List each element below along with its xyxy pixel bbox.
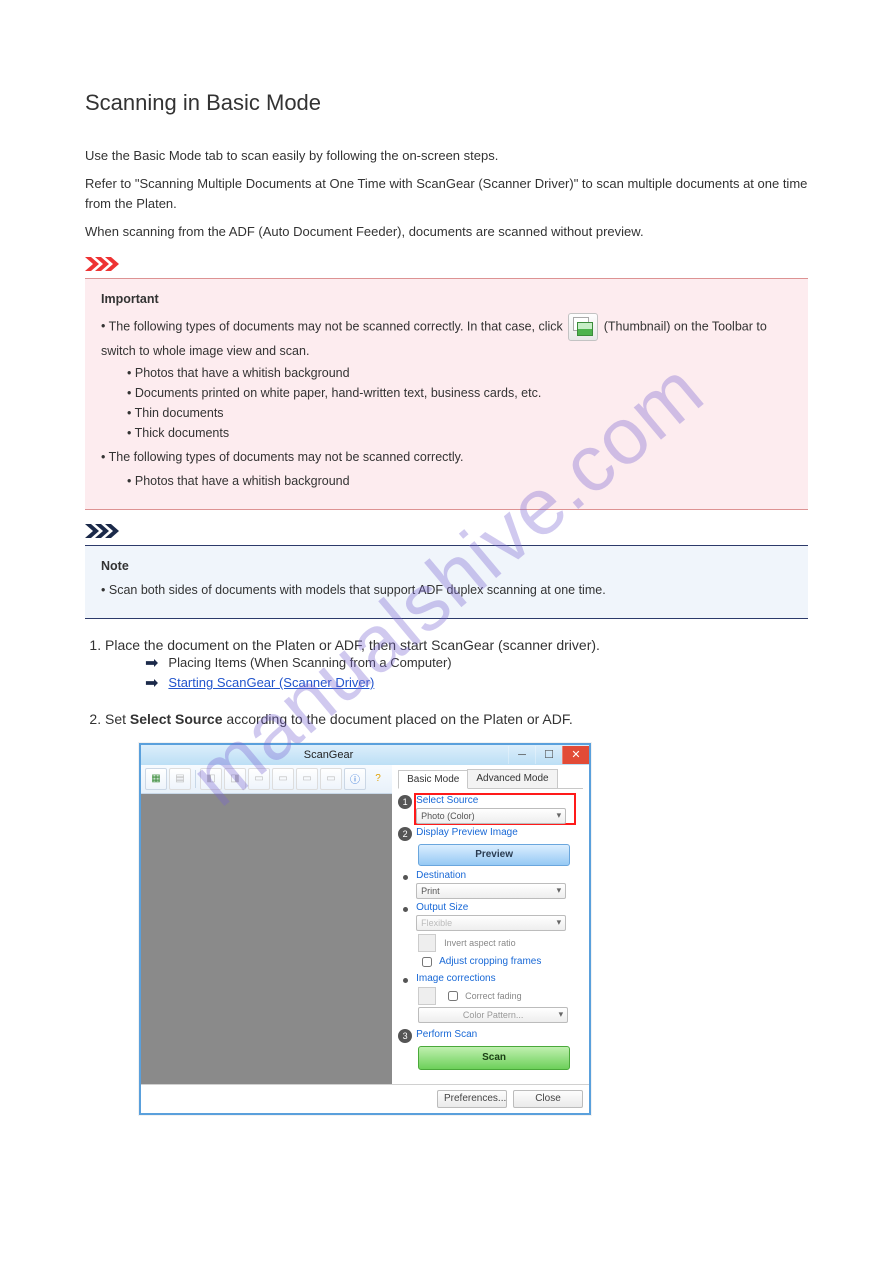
tab-advanced-mode[interactable]: Advanced Mode xyxy=(467,769,557,788)
adjust-cropping-row: Adjust cropping frames xyxy=(418,954,583,970)
step-1-link-1-row: ➡ Placing Items (When Scanning from a Co… xyxy=(145,653,808,673)
step-bubble-2: 2 xyxy=(398,827,412,841)
adjust-cropping-label[interactable]: Adjust cropping frames xyxy=(439,956,541,967)
scangear-left-pane: ▦ ▤ ◧ ◨ ▭ ▭ ▭ ▭ ⓘ ? xyxy=(141,765,392,1084)
label-destination: Destination xyxy=(416,870,566,881)
toolbar-btn-4[interactable]: ◨ xyxy=(224,768,246,790)
note-box: Note Scan both sides of documents with m… xyxy=(85,545,808,619)
toolbar-btn-6[interactable]: ▭ xyxy=(272,768,294,790)
step-1-link-1: Placing Items (When Scanning from a Comp… xyxy=(168,655,451,670)
help-icon[interactable]: ? xyxy=(368,769,388,789)
important-bullet-2: The following types of documents may not… xyxy=(101,447,792,467)
important-sub-b1: Photos that have a whitish background xyxy=(127,471,792,491)
steps-list: Place the document on the Platen or ADF,… xyxy=(105,637,808,1115)
preview-button[interactable]: Preview xyxy=(418,844,570,866)
intro-para-2: Refer to "Scanning Multiple Documents at… xyxy=(85,174,808,214)
invert-aspect-label: Invert aspect ratio xyxy=(444,938,516,948)
toolbar-btn-8[interactable]: ▭ xyxy=(320,768,342,790)
invert-aspect-row: Invert aspect ratio xyxy=(418,934,583,952)
correct-fading-label: Correct fading xyxy=(465,991,522,1001)
important-chevrons-icon xyxy=(85,257,808,274)
toolbar-btn-5[interactable]: ▭ xyxy=(248,768,270,790)
label-display-preview: Display Preview Image xyxy=(416,827,518,838)
label-image-corrections: Image corrections xyxy=(416,973,495,984)
toolbar-btn-3[interactable]: ◧ xyxy=(200,768,222,790)
right-arrow-icon: ➡ xyxy=(145,653,158,673)
correct-fading-checkbox[interactable] xyxy=(448,991,458,1001)
note-bullet: Scan both sides of documents with models… xyxy=(101,580,792,600)
note-chevrons-icon xyxy=(85,524,808,541)
close-button[interactable]: ✕ xyxy=(562,746,589,764)
tab-basic-mode[interactable]: Basic Mode xyxy=(398,770,468,789)
important-sub-a4: Thick documents xyxy=(127,423,792,443)
important-sub-a1: Photos that have a whitish background xyxy=(127,363,792,383)
label-select-source: Select Source xyxy=(416,795,566,806)
step-1: Place the document on the Platen or ADF,… xyxy=(105,637,808,693)
destination-dropdown[interactable]: Print xyxy=(416,883,566,899)
toolbar-btn-7[interactable]: ▭ xyxy=(296,768,318,790)
step-1-link-2-row: ➡ Starting ScanGear (Scanner Driver) xyxy=(145,673,808,693)
output-size-dropdown[interactable]: Flexible xyxy=(416,915,566,931)
scangear-titlebar: ScanGear ─ ☐ ✕ xyxy=(141,745,589,765)
scangear-tabs: Basic Mode Advanced Mode xyxy=(398,769,583,789)
important-sublist-a: Photos that have a whitish background Do… xyxy=(127,363,792,443)
info-icon[interactable]: ⓘ xyxy=(344,768,366,790)
important-sub-a3: Thin documents xyxy=(127,403,792,423)
important-list: The following types of documents may not… xyxy=(101,313,792,467)
close-button-footer[interactable]: Close xyxy=(513,1090,583,1108)
right-arrow-icon: ➡ xyxy=(145,673,158,693)
minimize-button[interactable]: ─ xyxy=(508,746,535,764)
scangear-footer: Preferences... Close xyxy=(141,1084,589,1113)
note-title: Note xyxy=(101,556,792,576)
intro-para-1: Use the Basic Mode tab to scan easily by… xyxy=(85,146,808,166)
select-source-dropdown[interactable]: Photo (Color) xyxy=(416,808,566,824)
step-bubble-1: 1 xyxy=(398,795,412,809)
step-1-label: Place the document on the Platen or ADF,… xyxy=(105,637,600,653)
invert-icon[interactable] xyxy=(418,934,436,952)
scangear-preview-area[interactable] xyxy=(141,794,392,1084)
dot-icon xyxy=(403,875,408,880)
important-box: Important The following types of documen… xyxy=(85,278,808,510)
color-pattern-button[interactable]: Color Pattern... xyxy=(418,1007,568,1023)
label-output-size: Output Size xyxy=(416,902,566,913)
scangear-right-pane: Basic Mode Advanced Mode 1 Select Source… xyxy=(392,765,589,1084)
correct-fading-row: Correct fading xyxy=(418,987,583,1005)
intro-para-3: When scanning from the ADF (Auto Documen… xyxy=(85,222,808,242)
scangear-toolbar: ▦ ▤ ◧ ◨ ▭ ▭ ▭ ▭ ⓘ ? xyxy=(141,765,392,794)
label-perform-scan: Perform Scan xyxy=(416,1029,477,1040)
thumbnail-toolbar-icon[interactable]: ▦ xyxy=(145,768,167,790)
important-sublist-b: Photos that have a whitish background xyxy=(127,471,792,491)
scangear-window: ScanGear ─ ☐ ✕ ▦ ▤ ◧ ◨ xyxy=(139,743,591,1115)
page-content: Scanning in Basic Mode Use the Basic Mod… xyxy=(0,0,893,1169)
important-title: Important xyxy=(101,289,792,309)
window-buttons: ─ ☐ ✕ xyxy=(508,746,589,764)
step-bubble-3: 3 xyxy=(398,1029,412,1043)
maximize-button[interactable]: ☐ xyxy=(535,746,562,764)
dot-icon xyxy=(403,978,408,983)
correct-fading-icon xyxy=(418,987,436,1005)
step-2: Set Select Source according to the docum… xyxy=(105,711,808,1115)
step-2-label: Set Select Source according to the docum… xyxy=(105,711,573,727)
toolbar-btn-2[interactable]: ▤ xyxy=(169,768,191,790)
scan-button[interactable]: Scan xyxy=(418,1046,570,1070)
important-sub-a2: Documents printed on white paper, hand-w… xyxy=(127,383,792,403)
toolbar-separator xyxy=(195,770,196,788)
thumbnail-icon xyxy=(568,313,598,341)
scangear-title-text: ScanGear xyxy=(149,749,508,761)
page-heading: Scanning in Basic Mode xyxy=(85,90,808,116)
note-list: Scan both sides of documents with models… xyxy=(101,580,792,600)
preferences-button[interactable]: Preferences... xyxy=(437,1090,507,1108)
step-1-link-2[interactable]: Starting ScanGear (Scanner Driver) xyxy=(168,675,374,690)
dot-icon xyxy=(403,907,408,912)
adjust-cropping-checkbox[interactable] xyxy=(422,957,432,967)
important-bullet-1: The following types of documents may not… xyxy=(101,313,792,443)
